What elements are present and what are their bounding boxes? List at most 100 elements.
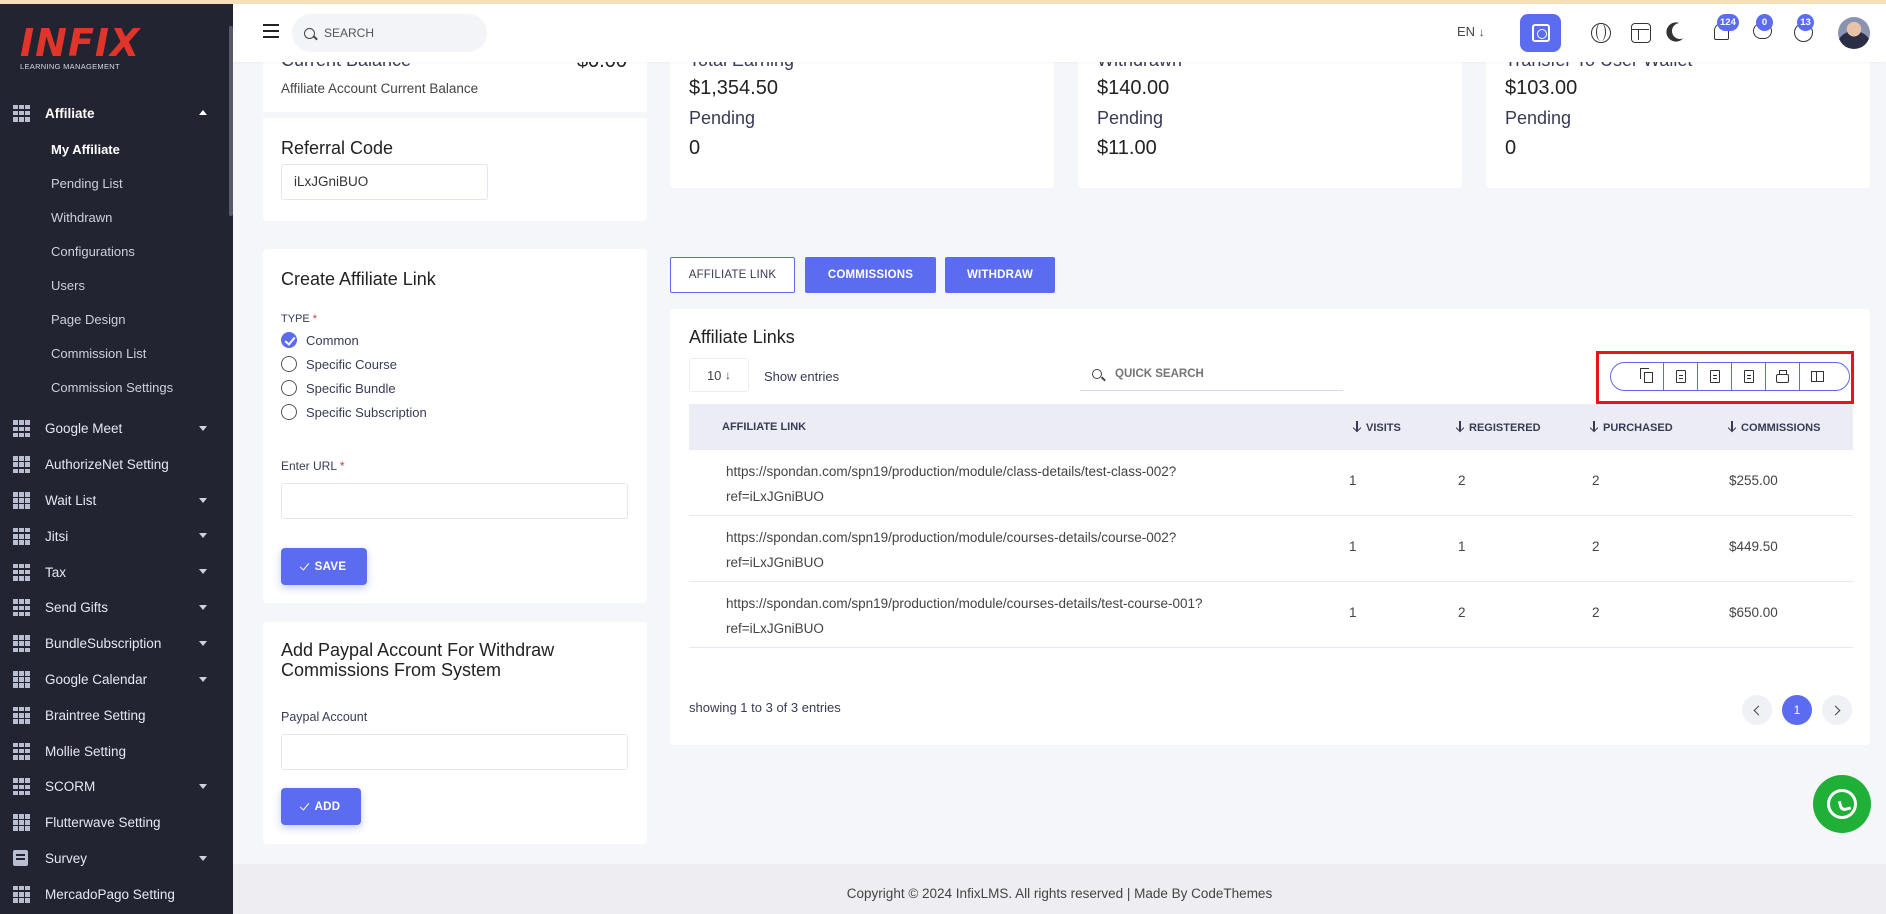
sidebar-item-flutterwave-setting[interactable]: Flutterwave Setting [0,805,229,841]
type-option-specific-course[interactable]: Specific Course [281,352,427,376]
affiliate-link-cell[interactable]: https://spondan.com/spn19/production/mod… [726,525,1246,575]
module-button[interactable] [1520,14,1561,52]
dark-mode-icon[interactable] [1672,23,1688,39]
column-header-registered[interactable]: REGISTERED [1456,421,1541,434]
grid-icon [13,527,30,545]
grid-icon [13,885,30,903]
grid-icon [13,599,30,617]
pagination-next-button[interactable] [1822,695,1852,725]
add-button[interactable]: ADD [281,788,361,825]
layout-icon[interactable] [1631,23,1651,43]
paypal-account-input[interactable] [281,734,628,770]
save-button[interactable]: SAVE [281,548,367,585]
affiliate-link-cell[interactable]: https://spondan.com/spn19/production/mod… [726,459,1246,509]
registered-cell: 1 [1458,539,1466,554]
pagination-page-1[interactable]: 1 [1782,695,1812,725]
table-row: https://spondan.com/spn19/production/mod… [689,582,1853,648]
stat-pending-value: 0 [689,137,701,159]
sidebar-subitem-configurations[interactable]: Configurations [0,235,229,269]
sidebar-item-wait-list[interactable]: Wait List [0,483,229,519]
messages-badge: 0 [1756,14,1773,31]
sidebar-item-affiliate[interactable]: Affiliate [0,95,229,131]
referral-code-field[interactable]: iLxJGniBUO [281,164,488,200]
radio-button[interactable] [281,332,297,348]
stat-pending-value: $11.00 [1097,137,1157,159]
purchased-cell: 2 [1592,473,1600,488]
sidebar-item-survey[interactable]: Survey [0,841,229,877]
sidebar-item-send-gifts[interactable]: Send Gifts [0,590,229,626]
quick-search[interactable] [1080,358,1343,391]
radio-button[interactable] [281,380,297,396]
sidebar-item-jitsi[interactable]: Jitsi [0,518,229,554]
tab-affiliate-link[interactable]: AFFILIATE LINK [670,257,795,293]
sidebar-subitem-pending-list[interactable]: Pending List [0,167,229,201]
radio-button[interactable] [281,356,297,372]
chevron-down-icon [199,640,207,646]
column-label: VISITS [1366,422,1401,434]
sidebar-item-label: Braintree Setting [45,707,146,723]
language-selector[interactable]: EN ↓ [1457,24,1485,39]
grid-icon [13,491,30,509]
affiliate-link-cell[interactable]: https://spondan.com/spn19/production/mod… [726,591,1246,641]
balance-referral-card: Current Balance $0.00 Affiliate Account … [263,40,647,221]
avatar[interactable] [1838,17,1870,49]
registered-cell: 2 [1458,605,1466,620]
radio-button[interactable] [281,404,297,420]
search-input[interactable] [324,26,474,40]
sidebar-item-google-meet[interactable]: Google Meet [0,411,229,447]
column-label: REGISTERED [1469,422,1541,434]
sidebar-item-authorizenet-setting[interactable]: AuthorizeNet Setting [0,447,229,483]
sidebar-subitem-commission-settings[interactable]: Commission Settings [0,371,229,405]
language-label: EN [1457,24,1476,39]
globe-icon[interactable] [1591,23,1611,43]
sidebar-item-mercadopago-setting[interactable]: MercadoPago Setting [0,876,229,912]
entries-select[interactable]: 10 ↓ [689,358,749,392]
document-icon [13,850,28,867]
card-divider [263,112,647,118]
table-row: https://spondan.com/spn19/production/mod… [689,450,1853,516]
create-link-title: Create Affiliate Link [281,269,436,289]
table-header: AFFILIATE LINK VISITS REGISTERED PURCHAS… [689,404,1853,450]
sidebar-submenu-affiliate: My Affiliate Pending List Withdrawn Configu… [0,131,229,411]
column-header-visits[interactable]: VISITS [1353,421,1401,434]
quick-search-input[interactable] [1115,368,1315,380]
column-header-purchased[interactable]: PURCHASED [1590,421,1673,434]
pagination-prev-button[interactable] [1742,695,1772,725]
column-header-affiliate-link[interactable]: AFFILIATE LINK [722,421,806,433]
sidebar-item-google-calendar[interactable]: Google Calendar [0,662,229,698]
stat-card-total-earning: Total Earning$1,354.50Pending0 [670,40,1054,188]
sidebar-item-label: Google Calendar [45,671,148,687]
tab-commissions[interactable]: COMMISSIONS [805,257,936,293]
url-label-text: Enter URL [281,459,337,473]
sidebar-item-scorm[interactable]: SCORM [0,769,229,805]
type-option-specific-subscription[interactable]: Specific Subscription [281,400,427,424]
link-ref: ref=iLxJGniBUO [726,489,824,504]
url-input[interactable] [281,483,628,519]
type-option-common[interactable]: Common [281,328,427,352]
column-label: PURCHASED [1603,422,1673,434]
whatsapp-chat-button[interactable] [1813,775,1871,833]
sidebar-subitem-my-affiliate[interactable]: My Affiliate [0,133,229,167]
column-header-commissions[interactable]: COMMISSIONS [1728,421,1820,434]
sidebar-item-label: Tax [45,564,67,580]
chevron-down-icon [199,497,207,503]
sidebar-item-bundlesubscription[interactable]: BundleSubscription [0,626,229,662]
sidebar-subitem-users[interactable]: Users [0,269,229,303]
link-text: https://spondan.com/spn19/production/mod… [726,596,1203,611]
sidebar-subitem-withdrawn[interactable]: Withdrawn [0,201,229,235]
visits-cell: 1 [1349,473,1357,488]
chevron-down-icon [199,855,207,861]
logo[interactable]: INFIX LEARNING MANAGEMENT [20,24,140,71]
tab-withdraw[interactable]: WITHDRAW [945,257,1055,293]
sidebar-subitem-commission-list[interactable]: Commission List [0,337,229,371]
menu-toggle-icon[interactable] [263,24,279,38]
sidebar-item-braintree-setting[interactable]: Braintree Setting [0,697,229,733]
sidebar-subitem-page-design[interactable]: Page Design [0,303,229,337]
stat-pending-label: Pending [1097,108,1164,128]
sidebar-item-tax[interactable]: Tax [0,554,229,590]
sidebar-item-mollie-setting[interactable]: Mollie Setting [0,733,229,769]
search-bar[interactable] [292,14,487,52]
table-title: Affiliate Links [689,327,795,347]
grid-icon [13,635,30,653]
type-option-specific-bundle[interactable]: Specific Bundle [281,376,427,400]
